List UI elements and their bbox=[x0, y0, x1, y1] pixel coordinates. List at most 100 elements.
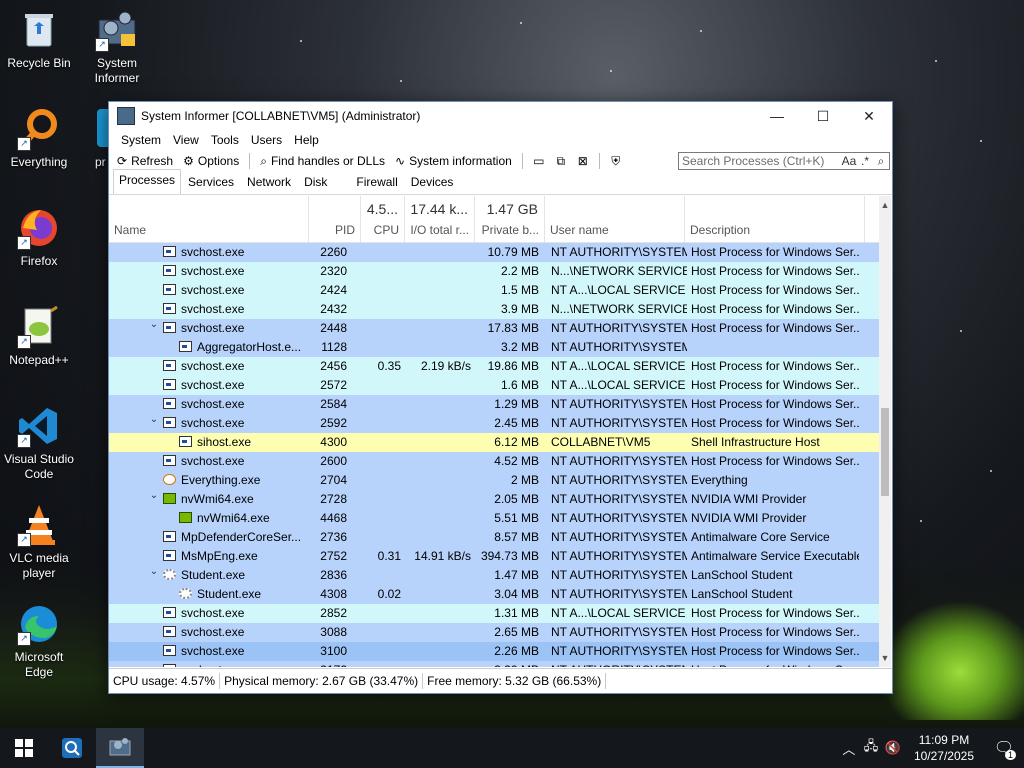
process-row[interactable]: nvWmi64.exe 4468 5.51 MB NT AUTHORITY\SYSTE… bbox=[109, 509, 879, 528]
desktop-icon-everything[interactable]: ↗ Everything bbox=[1, 107, 77, 170]
process-row[interactable]: svchost.exe 2572 1.6 MB NT A...\LOCAL SERVI… bbox=[109, 376, 879, 395]
scroll-thumb[interactable] bbox=[881, 408, 889, 496]
network-icon[interactable]: 🖧 bbox=[860, 737, 882, 759]
chevron-down-icon[interactable]: ⌄ bbox=[149, 490, 159, 501]
window-icon[interactable]: ▭ bbox=[529, 154, 549, 168]
search-icon[interactable]: ⌕ bbox=[873, 154, 889, 169]
desktop-icon-partial[interactable]: pr bbox=[79, 107, 109, 170]
process-icon bbox=[179, 588, 192, 599]
taskbar-search-app[interactable] bbox=[48, 728, 96, 768]
column-private-bytes[interactable]: 1.47 GB Private b... bbox=[475, 196, 545, 242]
process-cpu bbox=[347, 623, 401, 642]
process-row[interactable]: svchost.exe 2584 1.29 MB NT AUTHORITY\SYSTE… bbox=[109, 395, 879, 414]
process-row[interactable]: svchost.exe 3172 3.39 MB NT AUTHORITY\SYSTE… bbox=[109, 661, 879, 667]
desktop-icon-firefox[interactable]: ↗ Firefox bbox=[1, 206, 77, 269]
column-pid[interactable]: PID bbox=[309, 196, 361, 242]
chevron-down-icon[interactable]: ⌄ bbox=[149, 414, 159, 425]
process-tree[interactable]: Name PID 4.5... CPU 17.44 k... I/O total… bbox=[109, 196, 879, 667]
tab-devices[interactable]: Devices bbox=[405, 171, 460, 194]
process-pid: 2424 bbox=[320, 283, 347, 297]
menu-view[interactable]: View bbox=[167, 133, 205, 147]
vertical-scrollbar[interactable]: ▲ ▼ bbox=[879, 196, 891, 667]
tab-firewall[interactable]: Firewall bbox=[350, 171, 403, 194]
process-row[interactable]: svchost.exe 2260 10.79 MB NT AUTHORITY\SYST… bbox=[109, 243, 879, 262]
chevron-up-icon[interactable]: ︿ bbox=[838, 739, 860, 758]
maximize-button[interactable]: ☐ bbox=[800, 102, 846, 130]
close-button[interactable]: ✕ bbox=[846, 102, 892, 130]
close-icon: ✕ bbox=[863, 107, 875, 124]
process-description: Host Process for Windows Ser... bbox=[691, 661, 859, 667]
minimize-button[interactable]: — bbox=[754, 102, 800, 130]
process-row[interactable]: ⌄ Student.exe 2836 1.47 MB NT AUTHORITY\SYST… bbox=[109, 566, 879, 585]
process-row[interactable]: Student.exe 4308 0.02 3.04 MB NT AUTHORITY\S… bbox=[109, 585, 879, 604]
volume-muted-icon[interactable]: 🔇 bbox=[882, 740, 904, 756]
process-cpu bbox=[347, 604, 401, 623]
chevron-down-icon[interactable]: ⌄ bbox=[149, 319, 159, 330]
process-row[interactable]: Everything.exe 2704 2 MB NT AUTHORITY\SYSTE… bbox=[109, 471, 879, 490]
clock[interactable]: 11:09 PM 10/27/2025 bbox=[904, 732, 984, 764]
desktop-icon-vscode[interactable]: ↗ Visual Studio Code bbox=[1, 404, 77, 482]
process-cpu bbox=[347, 262, 401, 281]
process-row[interactable]: AggregatorHost.e... 1128 3.2 MB NT AUTHORIT… bbox=[109, 338, 879, 357]
find-window-icon[interactable]: ⧉ bbox=[551, 154, 571, 169]
regex-toggle-icon[interactable]: .* bbox=[857, 154, 873, 168]
system-information-button[interactable]: ∿ System information bbox=[391, 151, 516, 171]
desktop-icon-system-informer[interactable]: ↗ System Informer bbox=[79, 8, 155, 86]
process-row[interactable]: svchost.exe 3088 2.65 MB NT AUTHORITY\SYSTE… bbox=[109, 623, 879, 642]
search-input[interactable]: Search Processes (Ctrl+K) Aa .* ⌕ bbox=[678, 152, 890, 170]
process-row[interactable]: sihost.exe 4300 6.12 MB COLLABNET\VM5 Shell … bbox=[109, 433, 879, 452]
options-button[interactable]: ⚙ Options bbox=[179, 151, 243, 171]
process-cpu: 0.31 bbox=[377, 549, 401, 563]
desktop-icon-vlc[interactable]: ↗ VLC media player bbox=[1, 503, 77, 581]
gear-icon: ⚙ bbox=[183, 154, 194, 168]
process-row[interactable]: ⌄ svchost.exe 2592 2.45 MB NT AUTHORITY\SYST… bbox=[109, 414, 879, 433]
find-handles-button[interactable]: ⌕ Find handles or DLLs bbox=[256, 151, 389, 171]
case-sensitive-toggle[interactable]: Aa bbox=[841, 154, 857, 168]
process-row[interactable]: svchost.exe 2456 0.35 2.19 kB/s 19.86 MB NT A… bbox=[109, 357, 879, 376]
process-row[interactable]: svchost.exe 2600 4.52 MB NT AUTHORITY\SYSTE… bbox=[109, 452, 879, 471]
process-io bbox=[401, 623, 471, 642]
status-bar: CPU usage: 4.57% Physical memory: 2.67 G… bbox=[109, 668, 892, 693]
menu-tools[interactable]: Tools bbox=[205, 133, 245, 147]
desktop-icon-recycle-bin[interactable]: Recycle Bin bbox=[1, 8, 77, 71]
process-user-name: NT AUTHORITY\SYSTEM bbox=[551, 340, 687, 354]
process-private-bytes: 2 MB bbox=[510, 473, 539, 487]
process-row[interactable]: ⌄ nvWmi64.exe 2728 2.05 MB NT AUTHORITY\SYST… bbox=[109, 490, 879, 509]
menu-users[interactable]: Users bbox=[245, 133, 288, 147]
column-cpu[interactable]: 4.5... CPU bbox=[361, 196, 405, 242]
desktop-icon-notepadpp[interactable]: ↗ Notepad++ bbox=[1, 305, 77, 368]
menu-help[interactable]: Help bbox=[288, 133, 325, 147]
column-io[interactable]: 17.44 k... I/O total r... bbox=[405, 196, 475, 242]
column-name[interactable]: Name bbox=[109, 196, 309, 242]
process-row[interactable]: svchost.exe 2320 2.2 MB N...\NETWORK SERVIC… bbox=[109, 262, 879, 281]
scroll-down-icon[interactable]: ▼ bbox=[879, 651, 891, 665]
tab-network[interactable]: Network bbox=[241, 171, 297, 194]
wallpaper-tent bbox=[880, 600, 1024, 720]
process-row[interactable]: svchost.exe 3100 2.26 MB NT AUTHORITY\SYSTE… bbox=[109, 642, 879, 661]
process-row[interactable]: svchost.exe 2852 1.31 MB NT A...\LOCAL SERV… bbox=[109, 604, 879, 623]
menu-system[interactable]: System bbox=[115, 133, 167, 147]
taskbar-system-informer[interactable] bbox=[96, 728, 144, 768]
desktop-icon-edge[interactable]: ↗ Microsoft Edge bbox=[1, 602, 77, 680]
column-user-name[interactable]: User name bbox=[545, 196, 685, 242]
start-button[interactable] bbox=[0, 728, 48, 768]
process-row[interactable]: svchost.exe 2424 1.5 MB NT A...\LOCAL SERVI… bbox=[109, 281, 879, 300]
process-row[interactable]: svchost.exe 2432 3.9 MB N...\NETWORK SERVIC… bbox=[109, 300, 879, 319]
refresh-button[interactable]: ⟳ Refresh bbox=[113, 151, 177, 171]
terminate-icon[interactable]: ⊠ bbox=[573, 154, 593, 168]
process-pid: 2752 bbox=[320, 549, 347, 563]
tab-disk[interactable]: Disk bbox=[298, 171, 333, 194]
process-row[interactable]: MpDefenderCoreSer... 2736 8.57 MB NT AUTHOR… bbox=[109, 528, 879, 547]
system-informer-window[interactable]: System Informer [COLLABNET\VM5] (Adminis… bbox=[108, 101, 893, 694]
notification-center-button[interactable]: 🗨 1 bbox=[984, 728, 1024, 768]
shield-icon[interactable]: ⛨ bbox=[606, 154, 626, 169]
scroll-up-icon[interactable]: ▲ bbox=[879, 198, 891, 212]
title-bar[interactable]: System Informer [COLLABNET\VM5] (Adminis… bbox=[109, 102, 892, 130]
process-row[interactable]: MsMpEng.exe 2752 0.31 14.91 kB/s 394.73 MB NT… bbox=[109, 547, 879, 566]
column-description[interactable]: Description bbox=[685, 196, 865, 242]
process-name: svchost.exe bbox=[181, 454, 245, 468]
tab-services[interactable]: Services bbox=[182, 171, 240, 194]
tab-processes[interactable]: Processes bbox=[113, 169, 182, 194]
process-row[interactable]: ⌄ svchost.exe 2448 17.83 MB NT AUTHORITY\SYS… bbox=[109, 319, 879, 338]
chevron-down-icon[interactable]: ⌄ bbox=[149, 566, 159, 577]
